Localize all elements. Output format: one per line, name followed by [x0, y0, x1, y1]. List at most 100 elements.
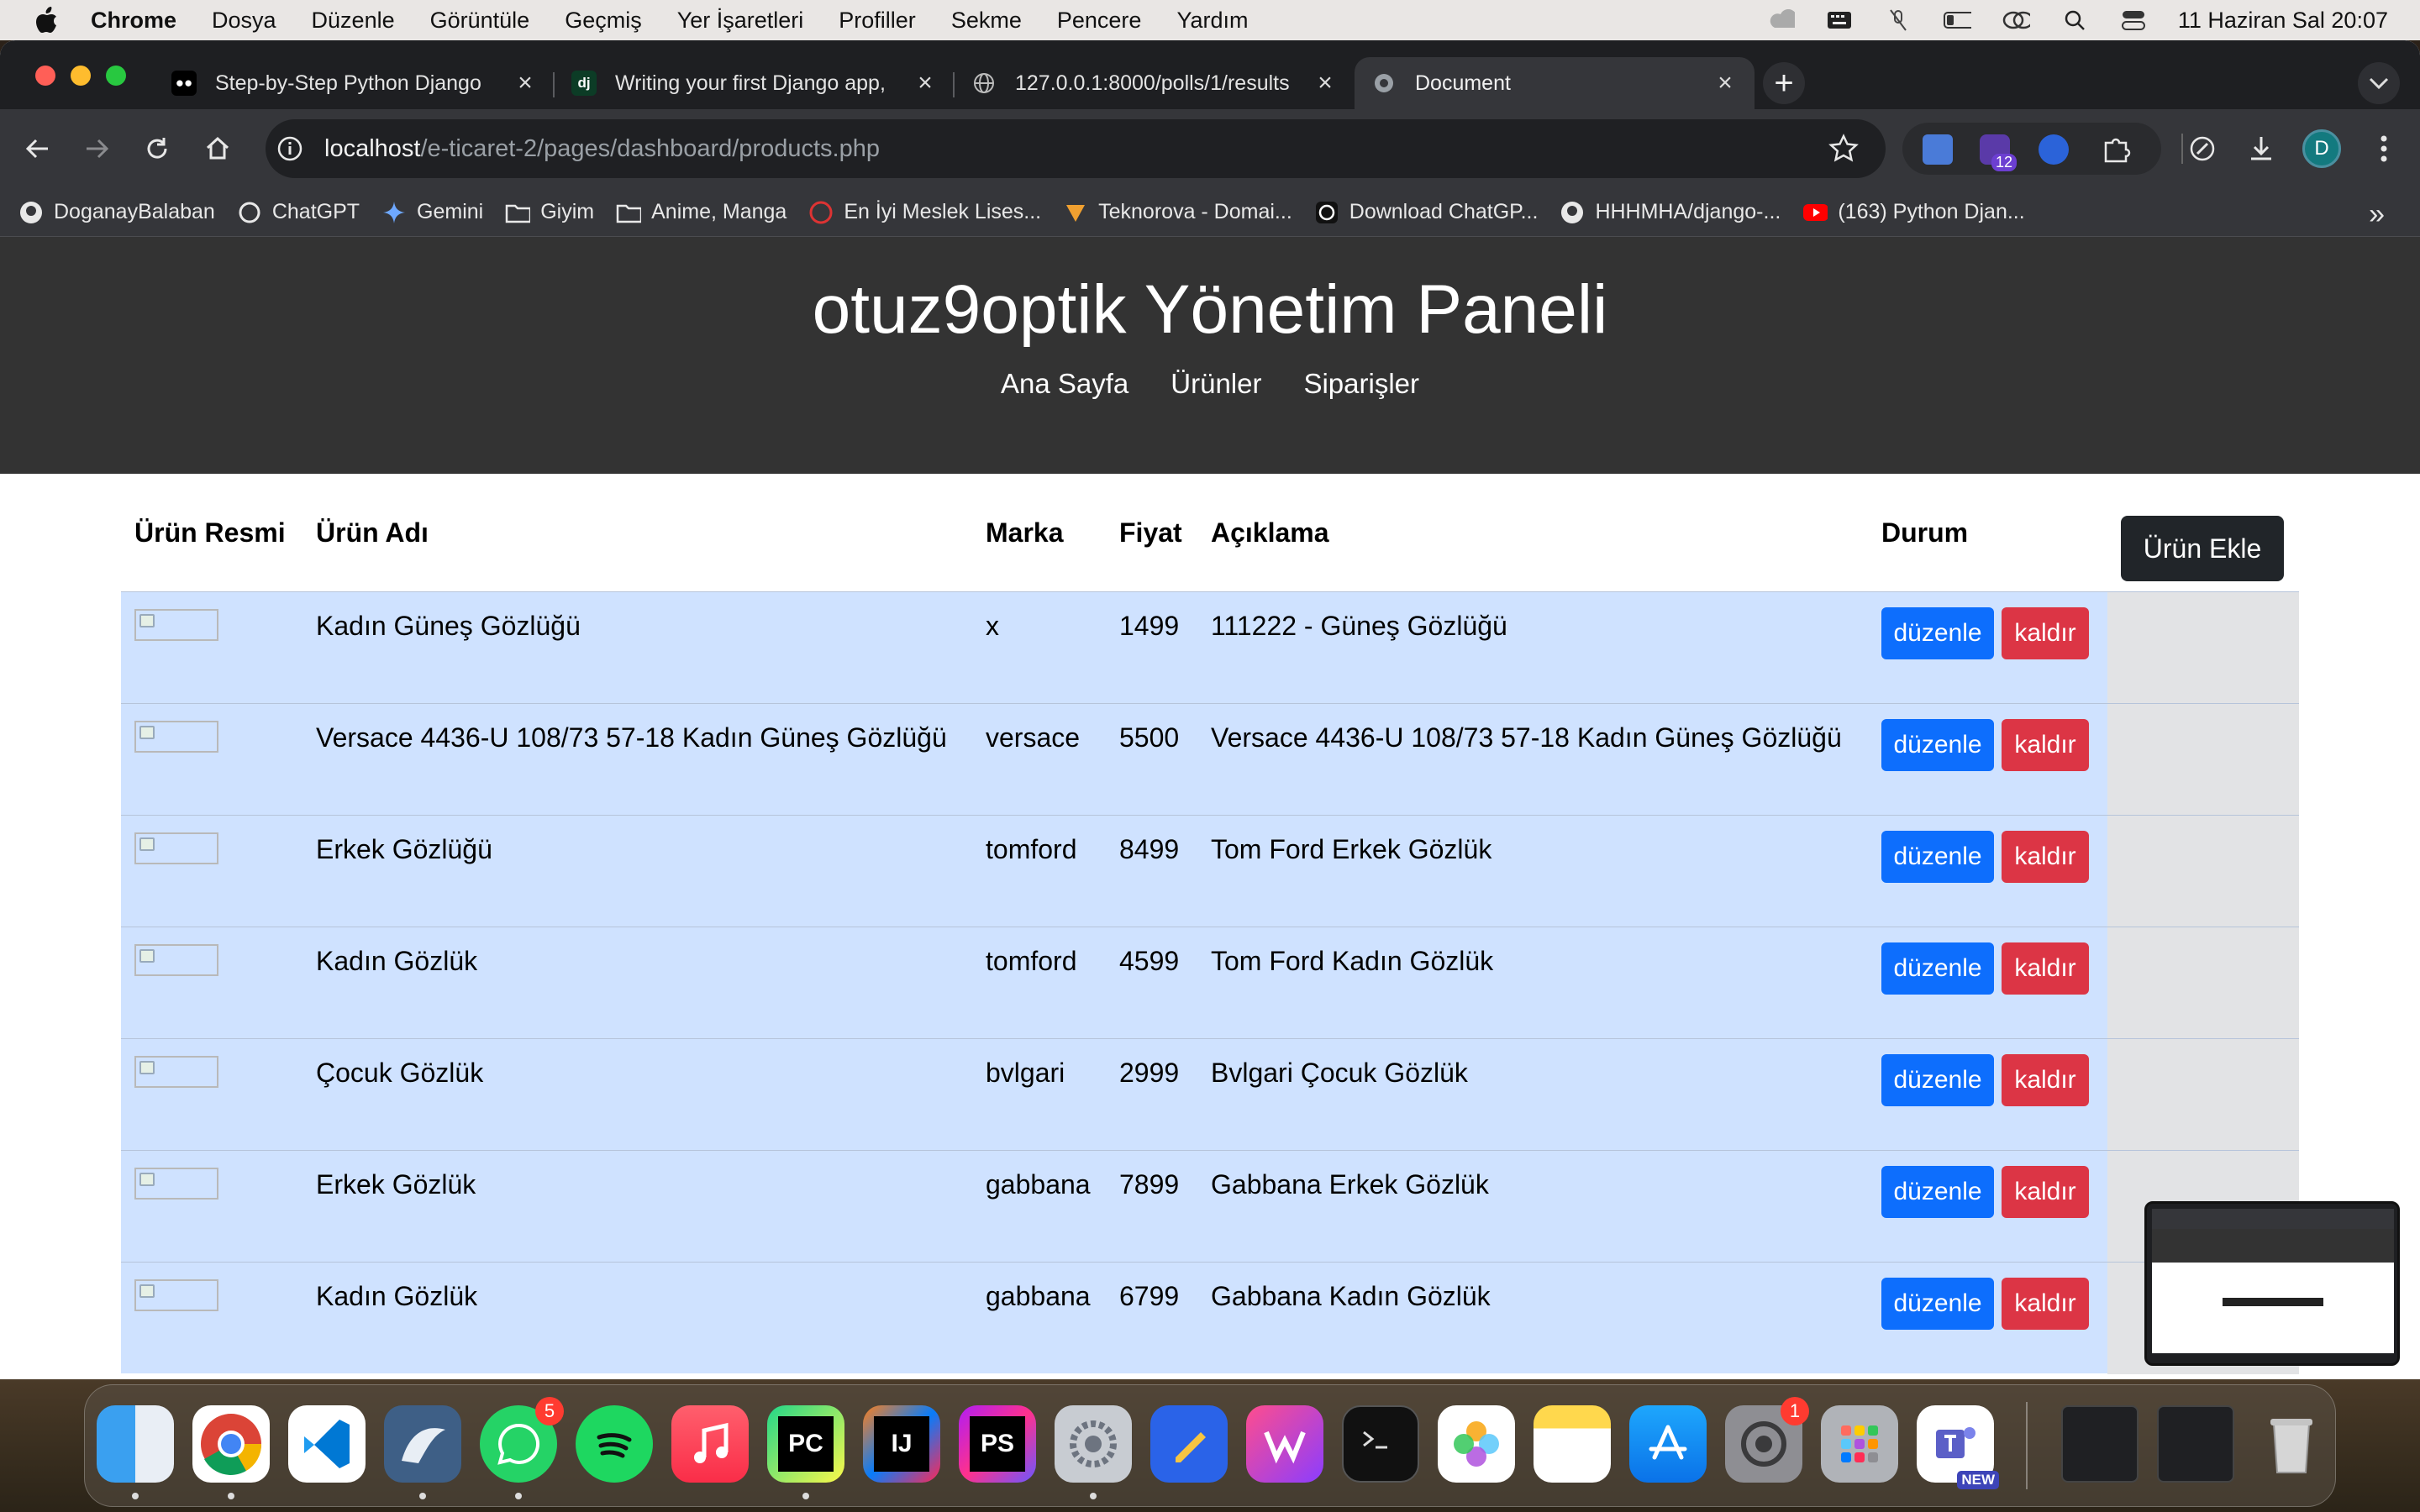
window-preview-thumbnail[interactable] — [2144, 1201, 2400, 1366]
delete-button[interactable]: kaldır — [2002, 942, 2089, 995]
minimize-window-button[interactable] — [71, 66, 91, 86]
settings-icon[interactable]: 1 — [1725, 1397, 1809, 1483]
more-menu-icon[interactable] — [2363, 128, 2405, 170]
bookmark-github[interactable]: DoganayBalaban — [18, 200, 215, 225]
home-icon[interactable] — [195, 126, 240, 171]
close-icon[interactable]: × — [513, 69, 538, 97]
tab-polls-results[interactable]: 127.0.0.1:8000/polls/1/results × — [955, 57, 1355, 109]
delete-button[interactable]: kaldır — [2002, 831, 2089, 883]
bookmark-teknorova[interactable]: Teknorova - Domai... — [1063, 200, 1292, 225]
trash-icon[interactable] — [2253, 1405, 2330, 1483]
edit-button[interactable]: düzenle — [1881, 1278, 1994, 1330]
menu-clock[interactable]: 11 Haziran Sal 20:07 — [2178, 8, 2388, 34]
puzzle-icon[interactable] — [2101, 134, 2131, 165]
vscode-icon[interactable] — [288, 1405, 366, 1483]
delete-button[interactable]: kaldır — [2002, 607, 2089, 659]
add-product-button[interactable]: Ürün Ekle — [2121, 516, 2284, 581]
recent-window-thumbnail[interactable] — [2157, 1405, 2234, 1483]
bookmark-folder-anime[interactable]: Anime, Manga — [616, 200, 786, 225]
address-bar[interactable]: localhost/e-ticaret-2/pages/dashboard/pr… — [266, 119, 1886, 178]
launchpad-icon[interactable] — [1821, 1405, 1898, 1483]
music-icon[interactable] — [671, 1405, 749, 1483]
menu-window[interactable]: Pencere — [1057, 8, 1142, 34]
system-preferences-icon[interactable] — [1055, 1405, 1132, 1483]
bookmark-download-chatgpt[interactable]: Download ChatGP... — [1314, 200, 1538, 225]
delete-button[interactable]: kaldır — [2002, 719, 2089, 771]
pycharm-icon[interactable]: PC — [767, 1405, 844, 1483]
delete-button[interactable]: kaldır — [2002, 1166, 2089, 1218]
cloud-icon[interactable] — [1766, 9, 1795, 31]
delete-button[interactable]: kaldır — [2002, 1278, 2089, 1330]
reload-icon[interactable] — [134, 126, 180, 171]
chrome-icon[interactable] — [192, 1405, 270, 1483]
download-icon[interactable] — [2240, 128, 2282, 170]
battery-icon[interactable] — [1943, 9, 1971, 31]
edit-button[interactable]: düzenle — [1881, 831, 1994, 883]
menu-profiles[interactable]: Profiller — [839, 8, 916, 34]
mic-off-icon[interactable] — [1884, 9, 1912, 31]
menu-history[interactable]: Geçmiş — [565, 8, 642, 34]
menu-file[interactable]: Dosya — [212, 8, 276, 34]
menu-tab[interactable]: Sekme — [951, 8, 1022, 34]
new-tab-button[interactable]: + — [1763, 62, 1805, 104]
close-window-button[interactable] — [35, 66, 55, 86]
extension-badge-icon[interactable]: 12 — [1980, 134, 2017, 171]
whatsapp-icon[interactable]: 5 — [480, 1397, 564, 1483]
google-translate-icon[interactable] — [1923, 134, 1953, 165]
search-icon[interactable] — [2060, 9, 2089, 31]
teams-icon[interactable]: NEW — [1917, 1405, 1999, 1489]
bookmark-gemini[interactable]: Gemini — [381, 200, 483, 225]
bookmark-folder-giyim[interactable]: Giyim — [505, 200, 594, 225]
forward-icon[interactable] — [74, 126, 119, 171]
photos-icon[interactable] — [1438, 1405, 1515, 1483]
performance-icon[interactable] — [2181, 128, 2223, 170]
finder-icon[interactable] — [97, 1405, 174, 1483]
mysql-workbench-icon[interactable] — [384, 1405, 461, 1483]
nav-link-home[interactable]: Ana Sayfa — [1001, 368, 1128, 400]
app-store-icon[interactable] — [1629, 1405, 1707, 1483]
wps-icon[interactable] — [1246, 1405, 1323, 1483]
tab-document[interactable]: Document × — [1355, 57, 1754, 109]
menu-bookmarks[interactable]: Yer İşaretleri — [677, 8, 804, 34]
menu-edit[interactable]: Düzenle — [312, 8, 395, 34]
bookmark-github-django[interactable]: HHHMHA/django-... — [1560, 200, 1781, 225]
screen-mirroring-icon[interactable] — [2002, 9, 2030, 31]
zoom-window-button[interactable] — [106, 66, 126, 86]
menu-help[interactable]: Yardım — [1176, 8, 1248, 34]
recent-window-thumbnail[interactable] — [2061, 1405, 2139, 1483]
more-bookmarks-icon[interactable]: » — [2369, 198, 2385, 231]
site-info-icon[interactable] — [276, 134, 304, 163]
edit-button[interactable]: düzenle — [1881, 942, 1994, 995]
edit-button[interactable]: düzenle — [1881, 1054, 1994, 1106]
bookmark-star-icon[interactable] — [1828, 134, 1859, 164]
intellij-icon[interactable]: IJ — [863, 1405, 940, 1483]
close-icon[interactable]: × — [1712, 69, 1738, 97]
tab-search-button[interactable] — [2358, 62, 2400, 104]
back-icon[interactable] — [15, 126, 60, 171]
tab-writing-django-app[interactable]: dj Writing your first Django app, × — [555, 57, 955, 109]
bookmark-youtube-python[interactable]: (163) Python Djan... — [1802, 200, 2025, 225]
profile-avatar[interactable]: D — [2301, 128, 2343, 170]
bookmark-meslek-lisesi[interactable]: En İyi Meslek Lises... — [808, 200, 1041, 225]
edit-button[interactable]: düzenle — [1881, 607, 1994, 659]
notes-icon[interactable] — [1534, 1405, 1611, 1483]
delete-button[interactable]: kaldır — [2002, 1054, 2089, 1106]
pencil-app-icon[interactable] — [1150, 1405, 1228, 1483]
tab-step-by-step-django[interactable]: ●● Step-by-Step Python Django × — [155, 57, 555, 109]
terminal-icon[interactable] — [1342, 1405, 1419, 1483]
control-center-icon[interactable] — [2119, 9, 2148, 31]
bookmark-chatgpt[interactable]: ChatGPT — [237, 200, 360, 225]
edit-button[interactable]: düzenle — [1881, 719, 1994, 771]
read-aloud-icon[interactable] — [2039, 134, 2069, 165]
menu-app-name[interactable]: Chrome — [91, 8, 176, 34]
keyboard-icon[interactable] — [1825, 9, 1854, 31]
close-icon[interactable]: × — [1313, 69, 1338, 97]
nav-link-products[interactable]: Ürünler — [1171, 368, 1261, 400]
close-icon[interactable]: × — [913, 69, 938, 97]
menu-view[interactable]: Görüntüle — [430, 8, 530, 34]
phpstorm-icon[interactable]: PS — [959, 1405, 1036, 1483]
edit-button[interactable]: düzenle — [1881, 1166, 1994, 1218]
spotify-icon[interactable] — [576, 1405, 653, 1483]
nav-link-orders[interactable]: Siparişler — [1303, 368, 1419, 400]
apple-icon[interactable] — [32, 5, 62, 35]
